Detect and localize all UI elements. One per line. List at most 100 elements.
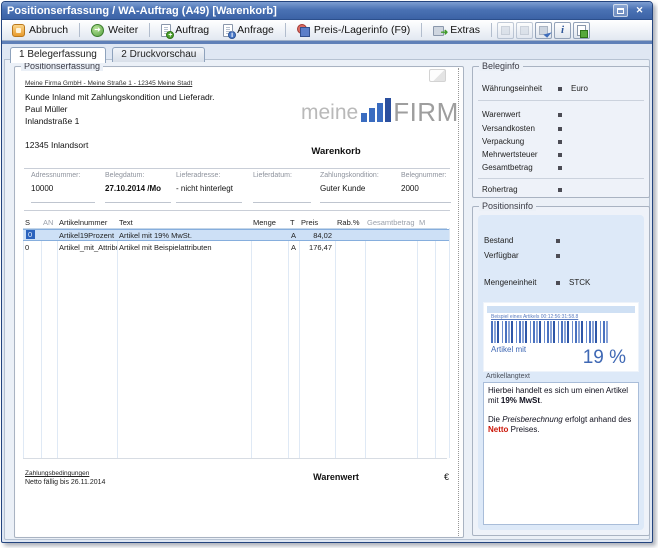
tab-druckvorschau[interactable]: 2 Druckvorschau [112,47,205,62]
table-header[interactable]: S AN Artikelnummer Text Menge T Preis Ra… [23,216,449,228]
sender-line: Meine Firma GmbH - Meine Straße 1 - 1234… [25,80,192,87]
field-value[interactable]: Guter Kunde [320,184,406,193]
abbruch-button[interactable]: Abbruch [6,22,74,39]
separator-square-icon [558,166,562,170]
separator-square-icon [556,239,560,243]
col-artikelnummer[interactable]: Artikelnummer [57,218,117,227]
lieferadresse-field[interactable]: Lieferadresse: - nicht hinterlegt [176,172,242,203]
panel-toggle-1-button[interactable] [497,22,514,39]
artikellangtext-box[interactable]: Hierbei handelt es sich um einen Artikel… [483,382,639,525]
positionsinfo-group-label: Positionsinfo [479,201,536,211]
extras-button[interactable]: Extras [427,22,486,39]
auftrag-button[interactable]: + Auftrag [155,22,215,39]
restore-window-button[interactable] [613,4,628,17]
info-label: Verpackung [482,137,558,146]
beleginfo-group-label: Beleginfo [479,61,523,71]
toolbar-separator [285,23,286,37]
abbruch-label: Abbruch [29,24,68,36]
col-rab[interactable]: Rab.% [335,218,365,227]
cell-preis: 176,47 [299,243,335,252]
info-value: STCK [569,278,590,287]
divider [478,178,644,179]
preis-lagerinfo-button[interactable]: Preis-/Lagerinfo (F9) [291,22,416,39]
table-row[interactable]: 0 Artikel_mit_Attribu Artikel mit Beispi… [23,241,449,253]
mehrwertsteuer-row: Mehrwertsteuer [482,149,643,160]
price-stock-info-icon [297,24,310,37]
cell-t: A [288,231,299,240]
tab-belegerfassung[interactable]: 1 Belegerfassung [10,47,106,63]
app-window: Positionserfassung / WA-Auftrag (A49) [W… [1,1,653,543]
col-m[interactable]: M [417,218,435,227]
cell-text: Artikel mit 19% MwSt. [117,231,251,240]
field-label: Lieferadresse: [176,172,242,179]
cell-text: Artikel mit Beispielattributen [117,243,251,252]
titlebar[interactable]: Positionserfassung / WA-Auftrag (A49) [W… [2,2,652,20]
document-add-button[interactable] [573,22,590,39]
field-label: Belegnummer: [401,172,451,179]
next-arrow-icon [91,24,104,37]
cell-preis: 84,02 [299,231,335,240]
belegnummer-field[interactable]: Belegnummer: 2000 [401,172,451,203]
barcode-text-line1: Artikel mit [491,345,526,354]
col-menge[interactable]: Menge [251,218,288,227]
cell-s: 0 [23,243,41,252]
field-value[interactable]: 2000 [401,184,451,193]
field-label: Zahlungskondition: [320,172,406,179]
anfrage-button[interactable]: i Anfrage [217,22,280,39]
zahlungsbedingungen-label: Zahlungsbedingungen [25,470,89,477]
versandkosten-row: Versandkosten [482,123,643,134]
bar-chart-logo-icon [361,98,391,122]
adressnummer-field[interactable]: Adressnummer: 10000 [31,172,95,203]
article-preview-card: Beispiel eines Artikels 00:12:56:31:58.8… [484,303,638,371]
edit-document-button[interactable] [535,22,552,39]
panel-icon [501,26,510,35]
toolbar-separator [421,23,422,37]
col-gesamtbetrag[interactable]: Gesamtbetrag [365,218,417,227]
positionserfassung-group: Positionserfassung Meine Firma GmbH - Me… [14,66,464,538]
positionsinfo-group: Positionsinfo Bestand Verfügbar Mengenei… [472,206,650,536]
separator-square-icon [558,87,562,91]
separator-square-icon [558,113,562,117]
separator-square-icon [558,127,562,131]
cell-t: A [288,243,299,252]
lieferdatum-field[interactable]: Lieferdatum: [253,172,311,203]
logo-word-meine: meine [301,103,358,123]
col-an[interactable]: AN [41,218,57,227]
panel-icon [520,26,529,35]
langtext-paragraph: Hierbei handelt es sich um einen Artikel… [488,386,634,406]
panel-toggle-2-button[interactable] [516,22,533,39]
close-window-button[interactable]: ✕ [632,4,647,17]
gesamtbetrag-row: Gesamtbetrag [482,162,643,173]
info-label: Bestand [484,236,556,245]
address-line: 12345 Inlandsort [25,140,88,150]
col-s[interactable]: S [23,218,41,227]
zahlungskondition-field[interactable]: Zahlungskondition: Guter Kunde [320,172,406,203]
toolbar: Abbruch Weiter + Auftrag i Anfrage Preis… [2,20,652,41]
beleginfo-group: Beleginfo Währungseinheit Euro Warenwert… [472,66,650,198]
weiter-button[interactable]: Weiter [85,22,144,39]
barcode-text-line2: 19 % [583,347,626,369]
field-label: Lieferdatum: [253,172,311,179]
inquiry-document-icon: i [223,24,233,37]
document-header-fields: Adressnummer: 10000 Belegdatum: 27.10.20… [16,172,458,206]
cell-artikelnummer: Artikel_mit_Attribu [57,243,117,252]
col-t[interactable]: T [288,218,299,227]
artikellangtext-label: Artikellangtext [486,373,530,380]
selected-cell[interactable]: 0 [26,230,35,239]
info-value: Euro [571,84,588,93]
page-curl-icon[interactable] [429,69,446,82]
col-text[interactable]: Text [117,218,251,227]
logo-word-firma: FIRMA [393,101,459,123]
belegdatum-field[interactable]: Belegdatum: 27.10.2014 /Mo [105,172,171,203]
field-value[interactable]: 10000 [31,184,95,193]
extras-icon [433,24,446,37]
verpackung-row: Verpackung [482,136,643,147]
divider [478,100,644,101]
table-row-selected[interactable]: 0 Artikel19Prozent Artikel mit 19% MwSt.… [23,229,449,241]
info-button[interactable]: i [554,22,571,39]
cancel-icon [12,24,25,37]
info-badge-icon: i [228,31,236,39]
field-value[interactable]: - nicht hinterlegt [176,184,242,193]
field-value[interactable]: 27.10.2014 /Mo [105,184,171,193]
col-preis[interactable]: Preis [299,218,335,227]
